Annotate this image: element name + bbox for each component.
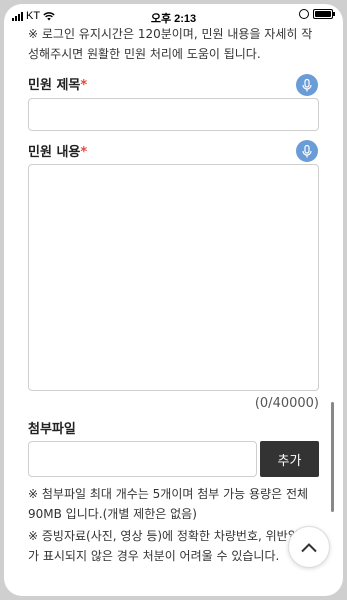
evidence-notice: ※ 증빙자료(사진, 영상 등)에 정확한 차량번호, 위반일시가 표시되지 않…: [28, 529, 310, 563]
content-mic-button[interactable]: [296, 140, 318, 162]
title-input[interactable]: [28, 98, 319, 131]
alarm-icon: [299, 9, 309, 19]
battery-icon: [313, 9, 335, 19]
status-time: 오후 2:13: [150, 13, 197, 25]
title-label-text: 민원 제목: [28, 78, 81, 93]
content-field-label: 민원 내용*: [28, 141, 87, 160]
login-notice: ※ 로그인 유지시간은 120분이며, 민원 내용을 자세히 작성해주시면 원활…: [28, 28, 313, 61]
required-mark: *: [80, 145, 88, 160]
chevron-up-icon: [301, 542, 317, 552]
microphone-icon: [302, 144, 312, 157]
required-mark: *: [80, 78, 88, 93]
content-textarea[interactable]: [28, 164, 319, 391]
attachment-notice: ※ 첨부파일 최대 개수는 5개이며 첨부 가능 용량은 전체 90MB 입니다…: [28, 487, 309, 521]
attachment-label: 첨부파일: [28, 422, 76, 437]
complaint-form: ※ 로그인 유지시간은 120분이며, 민원 내용을 자세히 작성해주시면 원활…: [4, 28, 343, 596]
microphone-icon: [302, 78, 312, 91]
status-right: [299, 9, 335, 19]
phone-screen: KT 오후 2:13 ※ 로그인 유지시간은 120분이며, 민원 내용을 자세…: [4, 4, 343, 596]
char-counter: (0/40000): [254, 396, 319, 411]
attachment-file-field[interactable]: [28, 441, 257, 477]
scrollbar-thumb[interactable]: [331, 402, 334, 512]
status-bar: KT 오후 2:13: [4, 4, 343, 28]
content-label-text: 민원 내용: [28, 145, 81, 160]
add-attachment-button[interactable]: 추가: [260, 441, 319, 477]
scroll-top-button[interactable]: [288, 526, 330, 568]
title-field-label: 민원 제목*: [28, 74, 87, 93]
title-mic-button[interactable]: [296, 74, 318, 96]
